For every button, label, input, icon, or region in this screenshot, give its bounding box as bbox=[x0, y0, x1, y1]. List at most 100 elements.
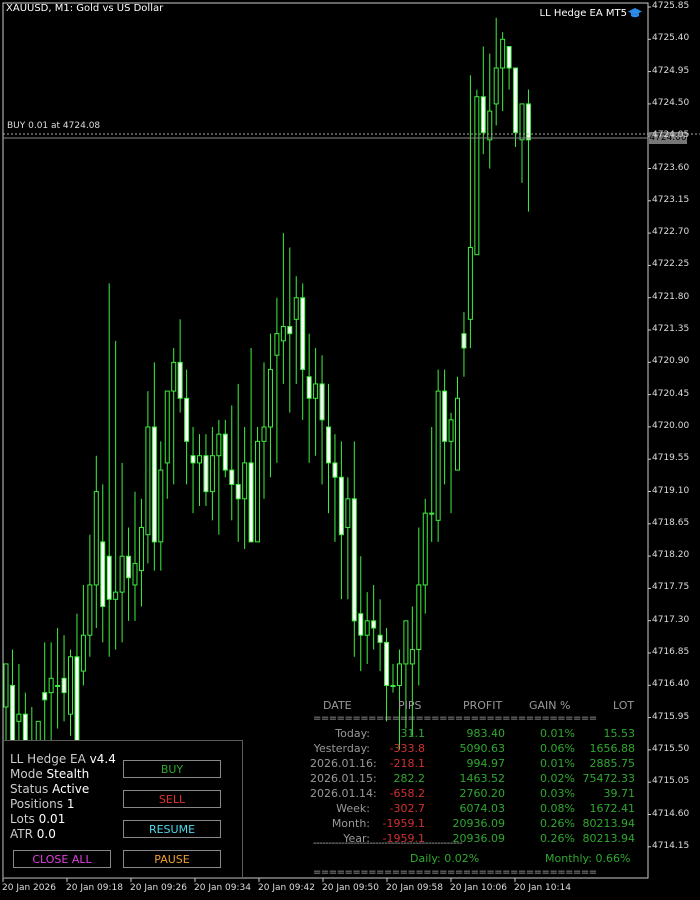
stats-row-profit: 994.97 bbox=[466, 757, 506, 770]
stats-row-lot: 1672.41 bbox=[589, 802, 636, 815]
price-tick: 4724.50 bbox=[652, 97, 690, 108]
resume-button[interactable]: RESUME bbox=[123, 820, 221, 838]
candle-bear bbox=[384, 641, 390, 686]
price-tick: 4715.95 bbox=[652, 711, 690, 722]
candle-bear bbox=[319, 383, 325, 421]
pause-button[interactable]: PAUSE bbox=[123, 850, 221, 868]
candle-bear bbox=[42, 692, 48, 701]
stats-row-date: Yesterday: bbox=[313, 742, 370, 755]
candle-bull bbox=[138, 527, 144, 572]
stats-row-gain: 0.06% bbox=[540, 742, 575, 755]
stats-row-profit: 5090.63 bbox=[459, 742, 506, 755]
candle-bear bbox=[235, 483, 241, 500]
stats-separator-top: ==================================== bbox=[313, 713, 597, 724]
order-line-label: BUY 0.01 at 4724.08 bbox=[7, 121, 101, 131]
candle-bull bbox=[164, 390, 170, 464]
price-tick: 4714.60 bbox=[652, 808, 690, 819]
stats-row-profit: 6074.03 bbox=[459, 802, 506, 815]
candle-bear bbox=[338, 476, 344, 536]
candle-bull bbox=[500, 38, 506, 69]
header-gain: GAIN % bbox=[529, 699, 571, 712]
candle-bull bbox=[280, 325, 286, 342]
stats-row-gain: 0.26% bbox=[540, 832, 575, 845]
price-tick: 4721.80 bbox=[652, 291, 690, 302]
candle-bear bbox=[177, 361, 183, 399]
stats-separator-mid: ----------------------------------------… bbox=[313, 838, 463, 849]
stats-row-lot: 75472.33 bbox=[582, 772, 636, 785]
candle-bull bbox=[80, 634, 86, 672]
stats-row-lot: 15.53 bbox=[603, 727, 636, 740]
candle-bull bbox=[255, 440, 261, 543]
candle-bull bbox=[293, 297, 299, 320]
buy-button[interactable]: BUY bbox=[123, 760, 221, 778]
status-row: Status Active bbox=[10, 782, 89, 796]
price-tick: 4722.25 bbox=[652, 259, 690, 270]
candle-bull bbox=[87, 584, 93, 636]
stats-row-pips: 31.1 bbox=[400, 727, 426, 740]
stats-row-pips: -333.8 bbox=[389, 742, 425, 755]
candle-bull bbox=[3, 663, 9, 708]
stats-row-lot: 39.71 bbox=[603, 787, 636, 800]
candle-bull bbox=[216, 433, 222, 457]
price-tick: 4722.70 bbox=[652, 227, 690, 238]
candle-bull bbox=[345, 498, 351, 529]
symbol-title: XAUUSD, M1: Gold vs US Dollar bbox=[6, 3, 164, 14]
candle-bull bbox=[119, 555, 125, 593]
candle-bull bbox=[487, 110, 493, 141]
candle-bull bbox=[390, 684, 396, 687]
stats-row-gain: 0.26% bbox=[540, 817, 575, 830]
stats-row-lot: 2885.75 bbox=[589, 757, 636, 770]
candle-bull bbox=[422, 512, 428, 586]
mode-row: Mode Stealth bbox=[10, 767, 89, 781]
candle-bear bbox=[377, 634, 383, 643]
candle-bull bbox=[448, 419, 454, 442]
time-tick: 20 Jan 10:14 bbox=[514, 883, 571, 893]
stats-row-date: Month: bbox=[331, 817, 370, 830]
atr-row: ATR 0.0 bbox=[10, 827, 56, 841]
price-tick: 4724.95 bbox=[652, 65, 690, 76]
candle-bull bbox=[403, 620, 409, 665]
header-profit: PROFIT bbox=[463, 699, 503, 712]
time-tick: 20 Jan 09:42 bbox=[258, 883, 315, 893]
candle-bear bbox=[358, 613, 364, 636]
candle-bear bbox=[184, 397, 190, 442]
stats-row-gain: 0.03% bbox=[540, 787, 575, 800]
candle-bull bbox=[197, 455, 202, 464]
price-tick: 4715.05 bbox=[652, 776, 690, 787]
stats-separator-bottom: ==================================== bbox=[313, 867, 597, 878]
price-tick: 4715.50 bbox=[652, 743, 690, 754]
candle-bear bbox=[106, 555, 112, 600]
time-tick: 20 Jan 09:50 bbox=[322, 883, 379, 893]
sell-button[interactable]: SELL bbox=[123, 790, 221, 808]
stats-row-profit: 983.40 bbox=[466, 727, 506, 740]
stats-row-gain: 0.01% bbox=[540, 757, 575, 770]
time-tick: 20 Jan 2026 bbox=[2, 883, 56, 893]
close-all-button[interactable]: CLOSE ALL bbox=[13, 850, 111, 868]
price-tick: 4719.55 bbox=[652, 453, 690, 464]
header-pips: PIPS bbox=[398, 699, 422, 712]
stats-row-lot: 1656.88 bbox=[589, 742, 636, 755]
price-tick: 4725.40 bbox=[652, 33, 690, 44]
candle-bear bbox=[229, 469, 235, 485]
candle-bear bbox=[306, 376, 312, 399]
price-tick: 4718.65 bbox=[652, 517, 690, 528]
candle-bear bbox=[480, 96, 486, 134]
stats-row-profit: 1463.52 bbox=[459, 772, 506, 785]
price-tick: 4717.75 bbox=[652, 582, 690, 593]
candle-bull bbox=[242, 462, 248, 500]
monthly-gain: Monthly: 0.66% bbox=[545, 852, 631, 865]
candle-bull bbox=[364, 620, 370, 636]
candle-bear bbox=[100, 541, 106, 607]
candle-bull bbox=[16, 713, 22, 722]
candle-bull bbox=[261, 426, 267, 442]
graduation-cap-icon[interactable] bbox=[628, 7, 642, 19]
candle-bear bbox=[351, 498, 357, 622]
stats-row-date: 2026.01.15: bbox=[310, 772, 377, 785]
candle-bull bbox=[474, 96, 480, 256]
stats-row-profit: 2760.20 bbox=[459, 787, 506, 800]
price-tick: 4716.40 bbox=[652, 679, 690, 690]
time-tick: 20 Jan 09:34 bbox=[194, 883, 251, 893]
positions-label: Positions bbox=[10, 797, 63, 811]
header-lot: LOT bbox=[613, 699, 635, 712]
candle-bull bbox=[313, 383, 319, 399]
